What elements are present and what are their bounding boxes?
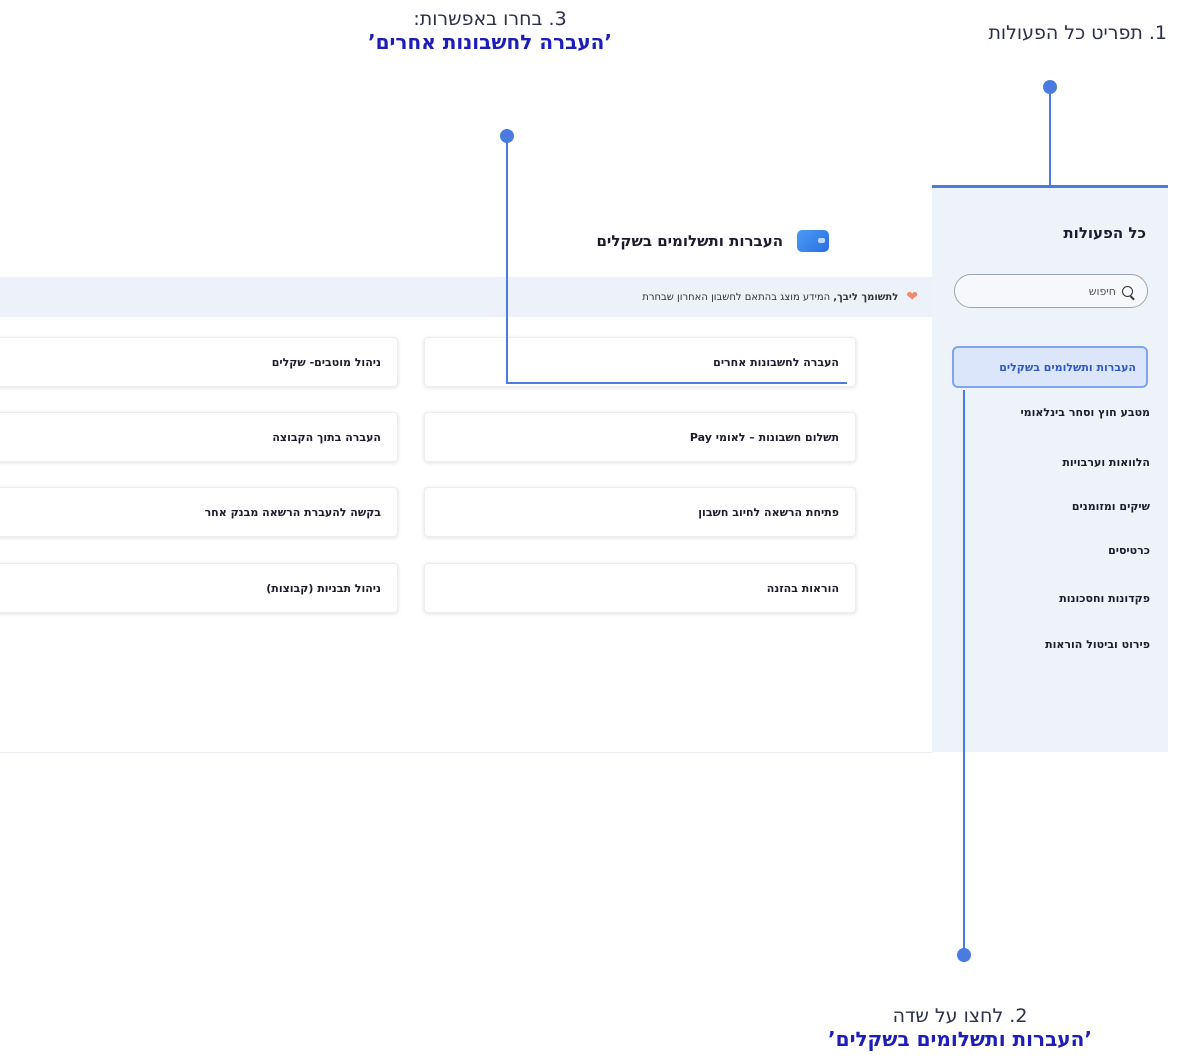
- annotation-step-1: 1. תפריט כל הפעולות: [988, 22, 1167, 44]
- page-title-text: העברות ותשלומים בשקלים: [596, 232, 783, 250]
- card-transfer-other-accounts[interactable]: העברה לחשבונות אחרים: [424, 337, 856, 387]
- search-icon: [1122, 285, 1133, 297]
- notice-bold: לתשומך ליבך,: [833, 291, 899, 303]
- sidebar-item-foreign-currency[interactable]: מטבע חוץ וסחר בינלאומי: [950, 406, 1150, 419]
- card-label: בקשה להעברת הרשאה מבנק אחר: [204, 505, 381, 519]
- annotation-step-3: 3. בחרו באפשרות: ’העברה לחשבונות אחרים’: [300, 8, 680, 54]
- card-label: ניהול תבניות (קבוצות): [266, 581, 381, 595]
- all-actions-sidebar: כל הפעולות חיפוש העברות ותשלומים בשקלים …: [932, 186, 1168, 752]
- sidebar-item-instructions[interactable]: פירוט וביטול הוראות: [950, 638, 1150, 651]
- card-manage-beneficiaries[interactable]: ניהול מוטבים- שקלים: [0, 337, 398, 387]
- callout-dot-step-2: [957, 948, 971, 962]
- info-notice: ❤ לתשומך ליבך, המידע מוצג בהתאם לחשבון ה…: [0, 277, 932, 317]
- card-open-debit-authorization[interactable]: פתיחת הרשאה לחיוב חשבון: [424, 487, 856, 537]
- callout-underline-step-3: [506, 382, 847, 384]
- card-request-authorization-transfer[interactable]: בקשה להעברת הרשאה מבנק אחר: [0, 487, 398, 537]
- annotation-step-3-target: ’העברה לחשבונות אחרים’: [368, 30, 612, 54]
- sidebar-item-deposits[interactable]: פקדונות וחסכונות: [950, 592, 1150, 605]
- card-manage-templates[interactable]: ניהול תבניות (קבוצות): [0, 563, 398, 613]
- heart-icon: ❤: [906, 289, 918, 305]
- card-transfer-within-group[interactable]: העברה בתוך הקבוצה: [0, 412, 398, 462]
- annotation-step-3-title: 3. בחרו באפשרות:: [413, 8, 567, 30]
- sidebar-item-label: העברות ותשלומים בשקלים: [999, 360, 1136, 374]
- search-placeholder: חיפוש: [1088, 284, 1116, 298]
- card-entered-instructions[interactable]: הוראות בהזנה: [424, 563, 856, 613]
- content-divider: [0, 752, 932, 753]
- search-input[interactable]: חיפוש: [954, 274, 1148, 308]
- annotation-step-2: 2. לחצו על שדה ’העברות ותשלומים בשקלים’: [760, 1005, 1160, 1051]
- card-label: הוראות בהזנה: [766, 581, 839, 595]
- card-label: תשלום חשבונות – לאומי Pay: [689, 430, 839, 444]
- annotation-step-1-text: 1. תפריט כל הפעולות: [988, 22, 1167, 44]
- card-pay-bills[interactable]: תשלום חשבונות – לאומי Pay: [424, 412, 856, 462]
- sidebar-item-cards[interactable]: כרטיסים: [950, 544, 1150, 557]
- callout-line-step-1: [1049, 87, 1051, 185]
- callout-line-step-3: [506, 136, 508, 384]
- page-title: העברות ותשלומים בשקלים: [596, 230, 829, 252]
- wallet-icon: [797, 230, 829, 252]
- sidebar-item-checks[interactable]: שיקים ומזומנים: [950, 500, 1150, 513]
- card-label: העברה לחשבונות אחרים: [713, 355, 839, 369]
- annotation-step-2-target: ’העברות ותשלומים בשקלים’: [828, 1027, 1092, 1051]
- annotation-step-2-title: 2. לחצו על שדה: [892, 1005, 1028, 1027]
- card-label: העברה בתוך הקבוצה: [272, 430, 381, 444]
- card-label: ניהול מוטבים- שקלים: [271, 355, 381, 369]
- notice-text: המידע מוצג בהתאם לחשבון האחרון שבחרת: [642, 291, 831, 303]
- card-label: פתיחת הרשאה לחיוב חשבון: [698, 505, 839, 519]
- sidebar-item-shekel-transfers[interactable]: העברות ותשלומים בשקלים: [952, 346, 1148, 388]
- sidebar-item-loans[interactable]: הלוואות וערבויות: [950, 456, 1150, 469]
- callout-line-step-2: [963, 390, 965, 952]
- sidebar-highlight-border: [932, 185, 1168, 188]
- sidebar-heading: כל הפעולות: [1063, 224, 1146, 242]
